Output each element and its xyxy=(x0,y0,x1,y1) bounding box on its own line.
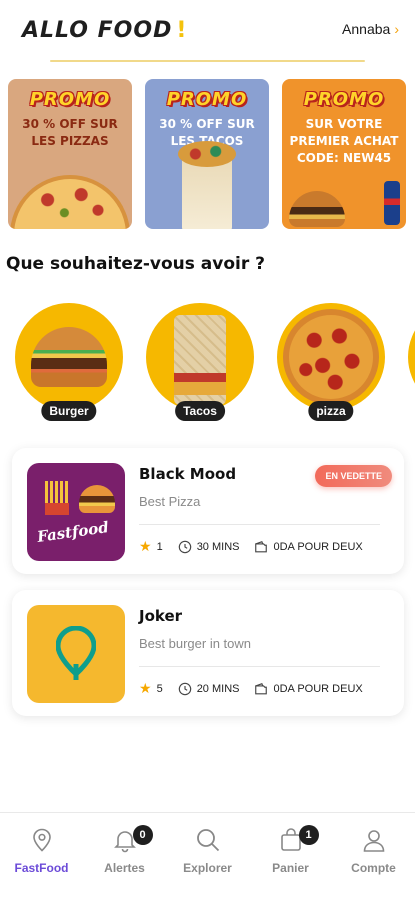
restaurant-description: Best Pizza xyxy=(139,494,201,509)
category-more[interactable] xyxy=(408,303,415,425)
featured-badge: EN VEDETTE xyxy=(315,465,392,487)
nav-item-fastfood[interactable]: FastFood xyxy=(7,827,77,900)
nav-label: FastFood xyxy=(14,861,69,875)
section-title: Que souhaitez-vous avoir ? xyxy=(6,254,266,274)
category-image xyxy=(408,303,415,411)
star-icon: ★ xyxy=(139,680,152,696)
notification-badge: 0 xyxy=(132,825,153,845)
user-icon xyxy=(363,830,384,852)
cart-badge: 1 xyxy=(298,825,319,845)
nav-label: Explorer xyxy=(183,861,232,875)
promo-text: SUR VOTRE PREMIER ACHAT CODE: NEW45 xyxy=(289,117,399,165)
nav-label: Compte xyxy=(351,861,396,875)
card-divider xyxy=(139,666,380,667)
clock-icon xyxy=(178,682,191,695)
app-header: ALLO FOOD! Annaba › xyxy=(0,0,415,62)
pizza-image xyxy=(283,309,379,405)
restaurant-meta: ★ 5 20 MINS 0DA POUR DEUX xyxy=(139,680,378,697)
promo-card-first-order[interactable]: PROMO SUR VOTRE PREMIER ACHAT CODE: NEW4… xyxy=(282,79,406,229)
nav-label: Alertes xyxy=(104,861,145,875)
category-image xyxy=(277,303,385,411)
category-pizza[interactable]: pizza xyxy=(277,303,385,425)
category-label: Burger xyxy=(41,401,97,421)
nav-item-panier[interactable]: 1 Panier xyxy=(256,825,326,900)
delivery-cost: 0DA POUR DEUX xyxy=(273,540,363,553)
restaurant-name: Black Mood xyxy=(139,465,237,483)
tacos-image xyxy=(174,315,226,405)
logo-text: Fastfood xyxy=(36,518,110,546)
delivery-time: 20 MINS xyxy=(196,682,240,695)
soda-image xyxy=(384,181,400,225)
burger-image xyxy=(31,327,107,387)
category-label: Tacos xyxy=(175,401,225,421)
restaurant-name: Joker xyxy=(139,607,183,625)
restaurant-description: Best burger in town xyxy=(139,636,252,651)
promo-carousel[interactable]: PROMO 30 % OFF SUR LES PIZZAS PROMO 30 %… xyxy=(8,79,415,229)
clock-icon xyxy=(178,540,191,553)
promo-badge: PROMO xyxy=(303,89,385,110)
pizza-image xyxy=(10,175,130,229)
location-pin-icon xyxy=(56,626,96,680)
restaurant-logo xyxy=(27,605,125,703)
app-logo: ALLO FOOD! xyxy=(22,18,188,43)
category-label: pizza xyxy=(308,401,354,421)
nav-item-compte[interactable]: Compte xyxy=(339,827,409,900)
location-pin-icon xyxy=(32,828,51,852)
logo-mark: ! xyxy=(176,18,188,43)
restaurant-meta: ★ 1 30 MINS 0DA POUR DEUX xyxy=(139,538,378,555)
star-icon: ★ xyxy=(139,538,152,554)
rating-value: 1 xyxy=(156,540,163,553)
rating-value: 5 xyxy=(156,682,163,695)
promo-card-tacos[interactable]: PROMO 30 % OFF SUR LES TACOS xyxy=(145,79,269,229)
burger-image xyxy=(79,485,115,513)
header-divider xyxy=(50,60,365,62)
promo-badge: PROMO xyxy=(166,89,248,110)
city-selector[interactable]: Annaba › xyxy=(342,21,399,37)
promo-card-pizza[interactable]: PROMO 30 % OFF SUR LES PIZZAS xyxy=(8,79,132,229)
category-image xyxy=(146,303,254,411)
tacos-image xyxy=(178,141,236,229)
nav-label: Panier xyxy=(272,861,309,875)
wallet-icon xyxy=(255,540,268,552)
delivery-time: 30 MINS xyxy=(196,540,240,553)
restaurant-card[interactable]: Fastfood Black Mood Best Pizza EN VEDETT… xyxy=(12,448,404,574)
restaurant-logo: Fastfood xyxy=(27,463,125,561)
category-burger[interactable]: Burger xyxy=(15,303,123,425)
chevron-right-icon: › xyxy=(394,21,399,37)
wallet-icon xyxy=(255,682,268,694)
category-tacos[interactable]: Tacos xyxy=(146,303,254,425)
fries-image xyxy=(45,481,69,515)
nav-item-alertes[interactable]: 0 Alertes xyxy=(90,825,160,900)
delivery-cost: 0DA POUR DEUX xyxy=(273,682,363,695)
restaurant-card[interactable]: Joker Best burger in town ★ 5 20 MINS 0DA… xyxy=(12,590,404,716)
promo-badge: PROMO xyxy=(29,89,111,110)
category-image xyxy=(15,303,123,411)
category-list[interactable]: Burger Tacos pizza xyxy=(15,303,415,425)
promo-text: 30 % OFF SUR LES PIZZAS xyxy=(22,117,118,148)
burger-image xyxy=(288,191,345,227)
search-icon xyxy=(196,829,219,852)
nav-item-explorer[interactable]: Explorer xyxy=(173,827,243,900)
card-divider xyxy=(139,524,380,525)
bottom-nav: FastFood 0 Alertes Explorer 1 Panier Com… xyxy=(0,812,415,900)
city-name: Annaba xyxy=(342,21,391,37)
